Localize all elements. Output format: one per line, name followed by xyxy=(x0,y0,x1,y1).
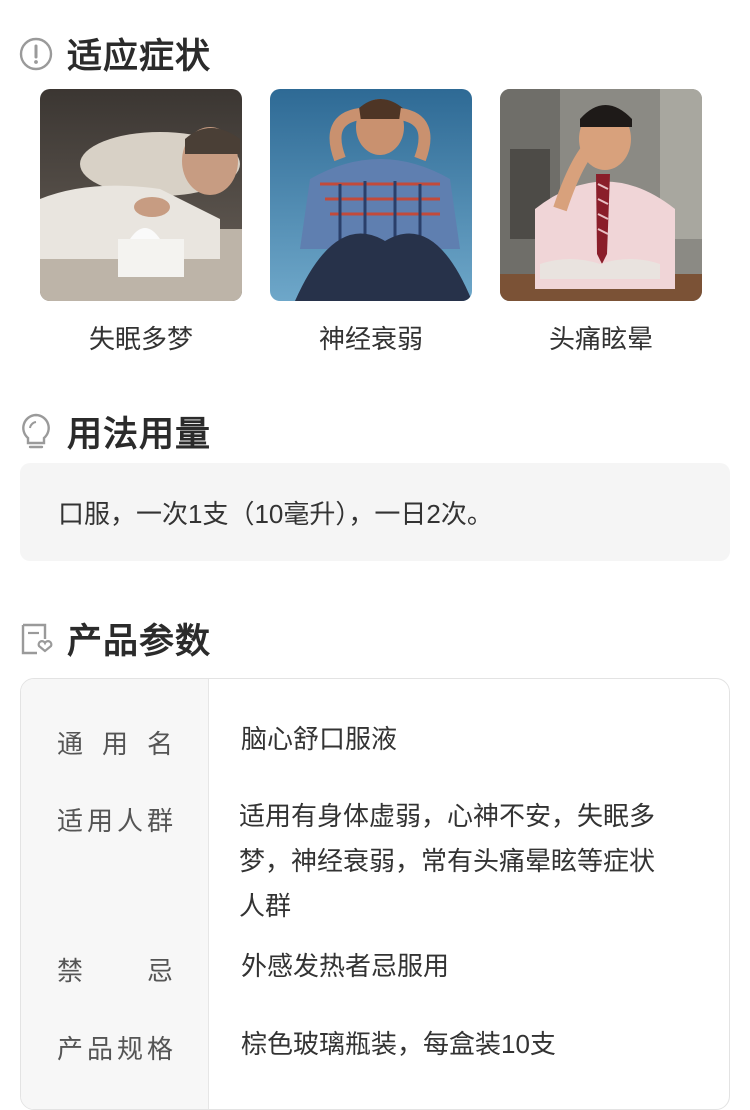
headache-photo xyxy=(500,89,702,301)
symptom-label: 头痛眩晕 xyxy=(548,324,653,354)
symptom-card-neurasthenia[interactable]: 神经衰弱 xyxy=(270,89,472,356)
param-label: 产品规格 xyxy=(57,1034,173,1064)
params-title: 产品参数 xyxy=(67,622,212,661)
certificate-heart-icon xyxy=(18,621,54,657)
lightbulb-icon xyxy=(18,413,54,450)
symptom-list: 失眠多梦 神经衰弱 头痛眩晕 xyxy=(40,89,702,356)
params-table: 通用名 脑心舒口服液 适用人群 适用有身体虚弱，心神不安，失眠多梦，神经衰弱，常… xyxy=(20,678,730,1110)
exclamation-circle-icon xyxy=(18,36,54,72)
usage-text: 口服，一次1支（10毫升），一日2次。 xyxy=(58,498,493,529)
param-label: 禁忌 xyxy=(57,956,173,986)
usage-box: 口服，一次1支（10毫升），一日2次。 xyxy=(20,463,730,561)
params-section-header: 产品参数 xyxy=(18,613,211,664)
param-value: 脑心舒口服液 xyxy=(241,724,398,754)
symptom-card-insomnia[interactable]: 失眠多梦 xyxy=(40,89,242,356)
param-label: 适用人群 xyxy=(57,806,173,836)
neurasthenia-photo xyxy=(270,89,472,301)
param-label: 通用名 xyxy=(57,729,173,759)
usage-title: 用法用量 xyxy=(67,415,212,454)
usage-section-header: 用法用量 xyxy=(18,406,211,457)
insomnia-photo xyxy=(40,89,242,301)
symptom-label: 失眠多梦 xyxy=(88,324,193,354)
param-value: 适用有身体虚弱，心神不安，失眠多梦，神经衰弱，常有头痛晕眩等症状人群 xyxy=(239,801,656,921)
param-value: 棕色玻璃瓶装，每盒装10支 xyxy=(241,1029,556,1059)
symptom-label: 神经衰弱 xyxy=(318,324,423,354)
symptoms-section-header: 适应症状 xyxy=(18,28,211,79)
symptoms-title: 适应症状 xyxy=(67,37,212,76)
param-value: 外感发热者忌服用 xyxy=(241,951,450,981)
symptom-card-headache[interactable]: 头痛眩晕 xyxy=(500,89,702,356)
